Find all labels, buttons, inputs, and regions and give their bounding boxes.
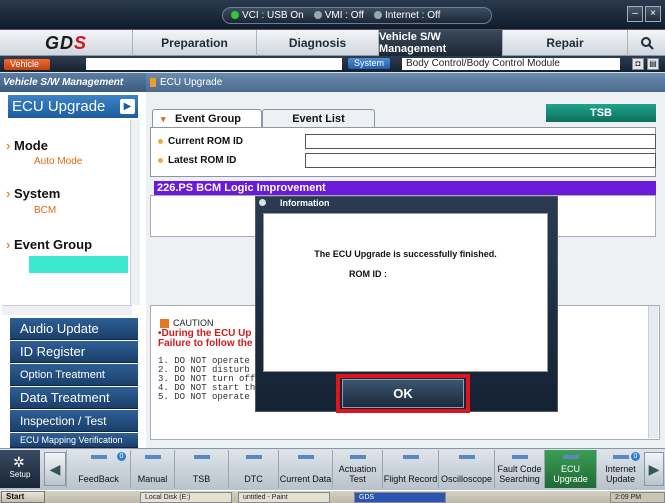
ok-button[interactable]: OK: [342, 379, 464, 408]
ecu-upgrade-section[interactable]: ECU Upgrade ▶: [8, 95, 138, 118]
chevron-right-icon[interactable]: ▶: [120, 99, 135, 114]
event-group-value[interactable]: [29, 256, 128, 273]
caution-line-2: Failure to follow the: [158, 338, 253, 349]
vehicle-button[interactable]: Vehicle: [4, 58, 50, 70]
fault-code-searching-button[interactable]: Fault Code Searching: [494, 450, 544, 488]
internet-update-button[interactable]: 0 Internet Update: [596, 450, 644, 488]
connection-status: VCI : USB On VMI : Off Internet : Off: [222, 7, 492, 24]
main-menu: GD S Preparation Diagnosis Vehicle S/W Ma…: [0, 30, 665, 56]
tab-event-list[interactable]: Event List: [262, 109, 375, 127]
search-icon[interactable]: [627, 30, 665, 56]
event-group-label: Event Group: [6, 237, 92, 252]
id-register-button[interactable]: ID Register: [10, 341, 138, 363]
window-controls: – ×: [627, 6, 661, 22]
info-badge-icon: 0: [117, 452, 126, 461]
oscilloscope-button[interactable]: Oscilloscope: [438, 450, 494, 488]
audio-update-button[interactable]: Audio Update: [10, 318, 138, 340]
gds-logo: GD S: [44, 32, 87, 53]
vci-dot-icon: [231, 11, 239, 19]
caution-item: 5. DO NOT operate ar: [158, 392, 258, 402]
vci-status: VCI : USB On: [231, 10, 304, 21]
data-treatment-button[interactable]: Data Treatment: [10, 387, 138, 409]
print-icon[interactable]: ▤: [647, 58, 659, 70]
inspection-test-button[interactable]: Inspection / Test: [10, 410, 138, 432]
sidebar-title: Vehicle S/W Management: [0, 73, 146, 92]
current-rom-label: Current ROM ID: [158, 136, 243, 147]
ecu-upgrade-tool-button[interactable]: ECU Upgrade: [544, 450, 596, 488]
caution-icon: [160, 319, 169, 328]
vmi-status: VMI : Off: [313, 10, 364, 21]
tab-event-group[interactable]: Event Group: [152, 109, 262, 128]
minimize-button[interactable]: –: [627, 6, 643, 22]
system-field[interactable]: Body Control/Body Control Module: [402, 58, 620, 70]
latest-rom-field: [305, 153, 656, 168]
info-badge-icon: 0: [631, 452, 640, 461]
tsb-button[interactable]: TSB: [546, 104, 656, 122]
feedback-button[interactable]: 0 FeedBack: [66, 450, 130, 488]
latest-rom-label: Latest ROM ID: [157, 155, 237, 166]
caution-scrollbar[interactable]: [648, 306, 658, 438]
tsb-tool-button[interactable]: TSB: [174, 450, 228, 488]
caution-title: CAUTION: [173, 318, 214, 328]
vehicle-field[interactable]: [86, 58, 342, 70]
setup-button[interactable]: Setup: [0, 450, 40, 488]
dialog-body: [263, 213, 548, 372]
menu-vehicle-sw-management[interactable]: Vehicle S/W Management: [378, 30, 502, 56]
close-button[interactable]: ×: [645, 6, 661, 22]
dialog-title: Information: [280, 198, 330, 208]
scroll-left-icon[interactable]: ◀: [44, 452, 66, 486]
system-label: System: [6, 186, 60, 201]
current-data-button[interactable]: Current Data: [278, 450, 332, 488]
system-button[interactable]: System: [348, 58, 391, 69]
ecu-mapping-verification-button[interactable]: ECU Mapping Verification: [10, 433, 138, 448]
system-value: BCM: [34, 205, 57, 216]
start-button[interactable]: Start: [1, 491, 45, 503]
magnifier-icon: [640, 37, 654, 50]
menu-diagnosis[interactable]: Diagnosis: [256, 30, 378, 56]
sidebar-horizontal-scrollbar[interactable]: [2, 305, 132, 315]
internet-status: Internet : Off: [373, 10, 440, 21]
info-icon: [259, 199, 266, 206]
task-local-disk[interactable]: Local Disk (E:): [140, 492, 232, 503]
dialog-rom-id: ROM ID :: [349, 269, 387, 279]
sidebar-scrollbar[interactable]: [130, 120, 140, 305]
manual-button[interactable]: Manual: [130, 450, 174, 488]
task-gds[interactable]: GDS: [354, 492, 446, 503]
internet-dot-icon: [373, 11, 382, 19]
actuation-test-button[interactable]: Actuation Test: [332, 450, 382, 488]
menu-preparation[interactable]: Preparation: [132, 30, 256, 56]
mode-label: Mode: [6, 138, 48, 153]
content-title: ECU Upgrade: [146, 73, 665, 92]
option-treatment-button[interactable]: Option Treatment: [10, 364, 138, 386]
scroll-right-icon[interactable]: ▶: [644, 452, 664, 486]
vmi-dot-icon: [313, 11, 322, 19]
dialog-message: The ECU Upgrade is successfully finished…: [314, 249, 497, 259]
flight-record-button[interactable]: Flight Record: [382, 450, 438, 488]
dtc-button[interactable]: DTC: [228, 450, 278, 488]
mode-value: Auto Mode: [34, 156, 83, 167]
menu-repair[interactable]: Repair: [502, 30, 627, 56]
clock: 2:09 PM: [610, 492, 665, 503]
os-taskbar: [0, 490, 665, 503]
current-rom-field: [305, 134, 656, 149]
task-paint[interactable]: untitled - Paint: [238, 492, 330, 503]
camera-icon[interactable]: ◘: [632, 58, 644, 70]
event-list-row[interactable]: 226.PS BCM Logic Improvement: [154, 181, 656, 195]
